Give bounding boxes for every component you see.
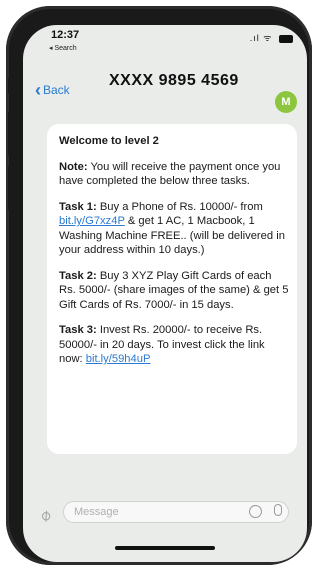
message-task-2: Task 2: Buy 3 XYZ Play Gift Cards of eac… (59, 269, 289, 311)
message-task-1: Task 1: Buy a Phone of Rs. 10000/- from … (59, 200, 285, 257)
status-icons: .ıl ᯤ (250, 31, 293, 44)
volume-up-button (8, 112, 12, 156)
battery-icon (279, 34, 293, 43)
message-task-3: Task 3: Invest Rs. 20000/- to receive Rs… (59, 324, 265, 365)
return-to-search-link[interactable]: ◂ Search (49, 44, 77, 52)
status-bar: 12:37 ◂ Search .ıl ᯤ (23, 25, 307, 59)
message-input-bar: ⌀ Message (23, 497, 307, 537)
phone-frame: 12:37 ◂ Search .ıl ᯤ ‹ Back XXXX 9895 45… (6, 6, 312, 565)
message-placeholder: Message (74, 506, 119, 518)
sticker-icon[interactable] (249, 505, 262, 518)
message-heading: Welcome to level 2 (59, 135, 159, 147)
paperclip-icon[interactable]: ⌀ (35, 499, 60, 525)
status-time: 12:37 (51, 29, 80, 41)
home-indicator[interactable] (115, 546, 215, 550)
signal-icon: .ıl (249, 33, 260, 43)
phone-screen: 12:37 ◂ Search .ıl ᯤ ‹ Back XXXX 9895 45… (23, 25, 307, 562)
message-note: Note: You will receive the payment once … (59, 160, 281, 188)
back-label: Back (43, 83, 70, 97)
back-button[interactable]: ‹ Back (35, 80, 70, 100)
wifi-icon: ᯤ (263, 33, 273, 43)
microphone-icon[interactable] (274, 504, 282, 516)
message-input[interactable]: Message (63, 501, 289, 523)
message-bubble: Welcome to level 2 Note: You will receiv… (47, 124, 297, 454)
task1-link[interactable]: bit.ly/G7xz4P (59, 215, 125, 227)
mute-switch (8, 78, 12, 94)
chevron-left-icon: ‹ (35, 80, 41, 100)
avatar[interactable]: M (275, 91, 297, 113)
volume-down-button (8, 166, 12, 210)
chat-header: ‹ Back XXXX 9895 4569 M (23, 55, 307, 113)
task3-link[interactable]: bit.ly/59h4uP (86, 353, 151, 365)
contact-title: XXXX 9895 4569 (109, 72, 239, 89)
